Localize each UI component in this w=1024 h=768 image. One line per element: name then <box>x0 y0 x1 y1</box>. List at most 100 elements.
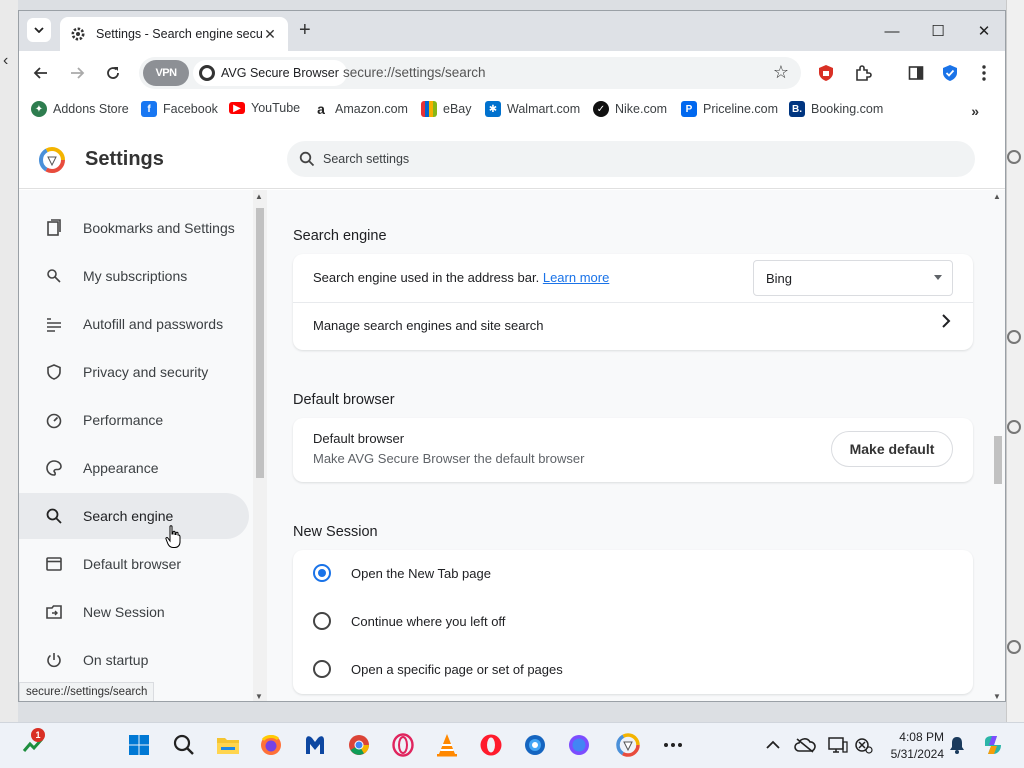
bookmark-youtube[interactable]: ▶ YouTube <box>229 101 300 115</box>
power-icon <box>43 649 65 671</box>
bookmark-booking[interactable]: B. Booking.com <box>789 101 883 117</box>
malwarebytes-icon[interactable] <box>302 732 328 758</box>
search-engine-description: Search engine used in the address bar. <box>313 270 540 285</box>
copilot-icon[interactable] <box>980 732 1006 758</box>
system-clock[interactable]: 4:08 PM 5/31/2024 <box>884 729 944 763</box>
section-title-default-browser: Default browser <box>293 392 395 408</box>
opera-icon[interactable] <box>478 732 504 758</box>
reload-button[interactable] <box>101 61 125 85</box>
vlc-icon[interactable] <box>434 732 460 758</box>
sidebar-item-appearance[interactable]: Appearance <box>19 445 249 491</box>
bookmark-priceline[interactable]: P Priceline.com <box>681 101 778 117</box>
clock-date: 5/31/2024 <box>890 747 944 761</box>
page-title: Settings <box>85 148 164 170</box>
url-text[interactable]: secure://settings/search <box>343 65 486 80</box>
more-apps-icon[interactable] <box>660 732 686 758</box>
status-bar: secure://settings/search <box>19 682 155 701</box>
taskbar: 1 4:08 PM 5/31/2024 <box>0 722 1024 768</box>
vpn-button[interactable]: VPN <box>143 60 189 86</box>
main-scrollbar[interactable]: ▲ ▼ <box>991 190 1005 701</box>
firefox-icon[interactable] <box>258 732 284 758</box>
scroll-down-icon[interactable]: ▼ <box>993 692 1001 701</box>
bookmark-addons-store[interactable]: ✦ Addons Store <box>31 101 129 117</box>
tab-settings[interactable]: Settings - Search engine security ✕ <box>60 17 288 51</box>
sidebar-item-bookmarks-and-settings[interactable]: Bookmarks and Settings <box>19 205 249 251</box>
default-browser-card: Default browser Make AVG Secure Browser … <box>293 418 973 482</box>
back-arrow-icon: ‹ <box>3 52 9 69</box>
scroll-up-icon[interactable]: ▲ <box>993 192 1001 201</box>
purple-app-icon[interactable] <box>566 732 592 758</box>
bookmark-label: Facebook <box>163 102 218 116</box>
radio-label: Open the New Tab page <box>351 566 491 581</box>
bookmark-facebook[interactable]: f Facebook <box>141 101 218 117</box>
main-scroll-thumb[interactable] <box>994 436 1002 484</box>
bookmarks-overflow-icon[interactable]: » <box>971 103 979 119</box>
address-bar[interactable]: VPN AVG Secure Browser secure://settings… <box>139 57 801 89</box>
sidebar-item-on-startup[interactable]: On startup <box>19 637 249 683</box>
search-engine-dropdown[interactable]: Bing <box>753 260 953 296</box>
desktop-left-edge: ‹ <box>0 0 18 722</box>
bookmark-nike[interactable]: ✓ Nike.com <box>593 101 667 117</box>
sidebar-item-label: Performance <box>83 412 164 428</box>
more-menu-icon[interactable] <box>972 61 996 85</box>
new-tab-button[interactable]: + <box>299 20 311 40</box>
adblock-shield-icon[interactable] <box>814 61 838 85</box>
browser-app-icon[interactable] <box>522 732 548 758</box>
scroll-down-icon[interactable]: ▼ <box>255 692 263 701</box>
settings-search-box[interactable] <box>287 141 975 177</box>
notification-bell-icon[interactable] <box>944 732 970 758</box>
close-tab-icon[interactable]: ✕ <box>262 26 278 43</box>
sidebar-item-label: Privacy and security <box>83 364 209 380</box>
sidebar-item-label: Default browser <box>83 556 182 572</box>
learn-more-link[interactable]: Learn more <box>543 270 609 285</box>
sidebar-item-privacy-and-security[interactable]: Privacy and security <box>19 349 249 395</box>
chevron-right-icon[interactable] <box>941 313 951 334</box>
settings-search-input[interactable] <box>323 152 923 166</box>
radio-new-tab-page[interactable] <box>313 564 331 582</box>
sidebar-item-search-engine[interactable]: Search engine <box>19 493 249 539</box>
bookmark-ebay[interactable]: eBay <box>421 101 472 117</box>
windows-start-icon[interactable] <box>126 732 152 758</box>
site-info-chip[interactable]: AVG Secure Browser <box>193 60 347 86</box>
bookmark-amazon[interactable]: a Amazon.com <box>313 101 408 117</box>
sidebar-item-new-session[interactable]: New Session <box>19 589 249 635</box>
bookmark-walmart[interactable]: ✱ Walmart.com <box>485 101 580 117</box>
tab-search-button[interactable] <box>27 18 51 42</box>
site-chip-label: AVG Secure Browser <box>221 66 339 80</box>
search-icon[interactable] <box>171 732 197 758</box>
search-engine-row: Search engine used in the address bar. L… <box>313 270 609 285</box>
file-explorer-icon[interactable] <box>215 732 241 758</box>
sidebar-item-autofill-and-passwords[interactable]: Autofill and passwords <box>19 301 249 347</box>
manage-search-engines-label[interactable]: Manage search engines and site search <box>313 318 544 333</box>
close-window-button[interactable]: ✕ <box>961 11 1005 51</box>
chrome-icon[interactable] <box>346 732 372 758</box>
divider <box>293 302 973 303</box>
sidebar-item-label: Autofill and passwords <box>83 316 224 332</box>
forward-button[interactable] <box>65 61 89 85</box>
avg-browser-taskbar-icon[interactable] <box>615 732 641 758</box>
dropdown-caret-icon <box>934 275 942 280</box>
display-icon[interactable] <box>825 732 851 758</box>
back-button[interactable] <box>29 61 53 85</box>
side-panel-icon[interactable] <box>904 61 928 85</box>
network-icon[interactable] <box>850 732 876 758</box>
radio-continue-where-left-off[interactable] <box>313 612 331 630</box>
sidebar-item-performance[interactable]: Performance <box>19 397 249 443</box>
minimize-button[interactable]: — <box>869 11 915 51</box>
extensions-puzzle-icon[interactable] <box>851 61 875 85</box>
radio-specific-pages[interactable] <box>313 660 331 678</box>
chevron-up-icon[interactable] <box>760 732 786 758</box>
maximize-button[interactable]: ☐ <box>915 11 961 51</box>
sidebar-scroll-thumb[interactable] <box>256 208 264 478</box>
bookmark-star-icon[interactable]: ☆ <box>773 62 789 83</box>
make-default-button[interactable]: Make default <box>831 431 953 467</box>
privacy-shield-icon[interactable] <box>938 61 962 85</box>
sidebar-item-my-subscriptions[interactable]: My subscriptions <box>19 253 249 299</box>
sidebar-item-default-browser[interactable]: Default browser <box>19 541 249 587</box>
onedrive-offline-icon[interactable] <box>792 732 818 758</box>
bookmark-label: Addons Store <box>53 102 129 116</box>
search-engine-card: Search engine used in the address bar. L… <box>293 254 973 350</box>
scroll-up-icon[interactable]: ▲ <box>255 192 263 201</box>
sidebar-scrollbar[interactable]: ▲ ▼ <box>253 190 267 701</box>
opera-gx-icon[interactable] <box>390 732 416 758</box>
